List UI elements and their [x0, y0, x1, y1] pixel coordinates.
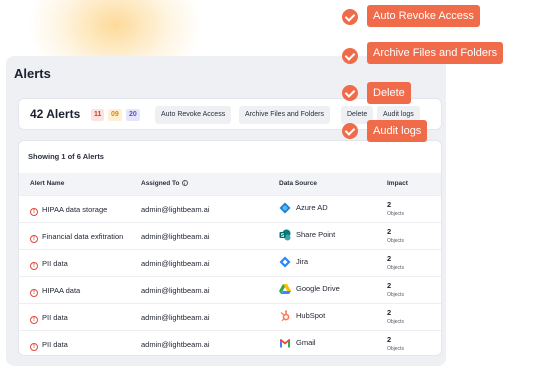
assigned-to-cell: admin@lightbeam.ai	[141, 313, 210, 322]
impact-value: 2	[387, 227, 392, 236]
assigned-to-cell: admin@lightbeam.ai	[141, 259, 210, 268]
callout-archive: Archive Files and Folders	[367, 42, 504, 64]
data-source-cell: S Share Point	[279, 229, 335, 241]
data-source-name: Google Drive	[296, 283, 340, 293]
impact-cell: 2 Objects	[387, 254, 404, 271]
check-icon	[342, 85, 358, 101]
alert-name: PII data	[42, 313, 68, 322]
sharepoint-icon: S	[279, 229, 291, 241]
impact-cell: 2 Objects	[387, 281, 404, 298]
alert-name-cell[interactable]: ! PII data	[30, 259, 68, 270]
alert-name: Financial data exfitration	[42, 232, 124, 241]
data-source-cell: Gmail	[279, 337, 316, 349]
table-header: Alert Name Assigned To i Data Source Impa…	[19, 173, 441, 195]
data-source-name: HubSpot	[296, 310, 326, 320]
table-row[interactable]: ! Financial data exfitration admin@lightbe…	[19, 222, 441, 249]
severity-high-badge: 11	[91, 109, 105, 121]
callout-audit-logs: Audit logs	[367, 120, 428, 142]
page-title: Alerts	[14, 66, 51, 81]
google-drive-icon	[279, 283, 291, 295]
data-source-name: Jira	[296, 256, 309, 266]
table-row[interactable]: ! HIPAA data storage admin@lightbeam.ai Azu…	[19, 195, 441, 222]
impact-label: Objects	[387, 319, 404, 325]
table-row[interactable]: ! PII data admin@lightbeam.ai Jira 2 Objects	[19, 249, 441, 276]
severity-low-badge: 20	[126, 109, 140, 121]
impact-value: 2	[387, 335, 392, 344]
severity-medium-badge: 09	[108, 109, 122, 121]
impact-value: 2	[387, 254, 392, 263]
data-source-name: Azure AD	[296, 202, 328, 212]
data-source-cell: Google Drive	[279, 283, 340, 295]
alert-name-cell[interactable]: ! Financial data exfitration	[30, 232, 123, 243]
impact-label: Objects	[387, 238, 404, 244]
impact-value: 2	[387, 281, 392, 290]
impact-label: Objects	[387, 346, 404, 352]
alert-name: HIPAA data	[42, 286, 81, 295]
callout-delete: Delete	[367, 82, 411, 104]
table-row[interactable]: ! PII data admin@lightbeam.ai Gmail 2 Objects	[19, 330, 441, 357]
info-icon[interactable]: i	[181, 180, 188, 186]
col-assigned-to: Assigned To i	[141, 180, 188, 187]
impact-cell: 2 Objects	[387, 335, 404, 352]
impact-label: Objects	[387, 265, 404, 271]
check-icon	[342, 9, 358, 25]
alert-count: 42 Alerts	[30, 107, 81, 121]
alert-icon: !	[30, 316, 38, 324]
assigned-to-cell: admin@lightbeam.ai	[141, 340, 210, 349]
impact-cell: 2 Objects	[387, 200, 404, 217]
assigned-to-cell: admin@lightbeam.ai	[141, 286, 210, 295]
check-icon	[342, 123, 358, 139]
col-alert-name: Alert Name	[30, 180, 65, 187]
alert-name: HIPAA data storage	[42, 205, 108, 214]
data-source-name: Share Point	[296, 229, 336, 239]
alert-icon: !	[30, 343, 38, 351]
check-icon	[342, 48, 358, 64]
alert-name-cell[interactable]: ! PII data	[30, 340, 68, 351]
alert-name-cell[interactable]: ! HIPAA data	[30, 286, 80, 297]
alert-name: PII data	[42, 340, 68, 349]
assigned-to-cell: admin@lightbeam.ai	[141, 232, 210, 241]
hubspot-icon	[279, 310, 291, 322]
data-source-cell: HubSpot	[279, 310, 325, 322]
data-source-cell: Azure AD	[279, 202, 328, 214]
impact-value: 2	[387, 308, 392, 317]
impact-value: 2	[387, 200, 392, 209]
impact-cell: 2 Objects	[387, 308, 404, 325]
alert-icon: !	[30, 208, 38, 216]
alert-name-cell[interactable]: ! PII data	[30, 313, 68, 324]
assigned-to-cell: admin@lightbeam.ai	[141, 205, 210, 214]
gmail-icon	[279, 337, 291, 349]
alert-icon: !	[30, 262, 38, 270]
callout-auto-revoke: Auto Revoke Access	[367, 5, 480, 27]
impact-cell: 2 Objects	[387, 227, 404, 244]
col-impact: Impact	[387, 180, 408, 187]
col-assigned-to-label: Assigned To	[141, 180, 180, 187]
auto-revoke-access-button[interactable]: Auto Revoke Access	[155, 106, 232, 124]
impact-label: Objects	[387, 211, 404, 217]
alert-icon: !	[30, 289, 38, 297]
azure-ad-icon	[279, 202, 291, 214]
archive-files-button[interactable]: Archive Files and Folders	[239, 106, 330, 124]
table-row[interactable]: ! HIPAA data admin@lightbeam.ai Google Driv…	[19, 276, 441, 303]
jira-icon	[279, 256, 291, 268]
alert-icon: !	[30, 235, 38, 243]
alert-name: PII data	[42, 259, 68, 268]
alert-name-cell[interactable]: ! HIPAA data storage	[30, 205, 107, 216]
data-source-cell: Jira	[279, 256, 308, 268]
table-row[interactable]: ! PII data admin@lightbeam.ai HubSpot 2 Objec…	[19, 303, 441, 330]
impact-label: Objects	[387, 292, 404, 298]
col-data-source: Data Source	[279, 180, 317, 187]
data-source-name: Gmail	[296, 337, 316, 347]
showing-count: Showing 1 of 6 Alerts	[28, 152, 104, 161]
alerts-table: Showing 1 of 6 Alerts Alert Name Assigne…	[18, 140, 442, 356]
